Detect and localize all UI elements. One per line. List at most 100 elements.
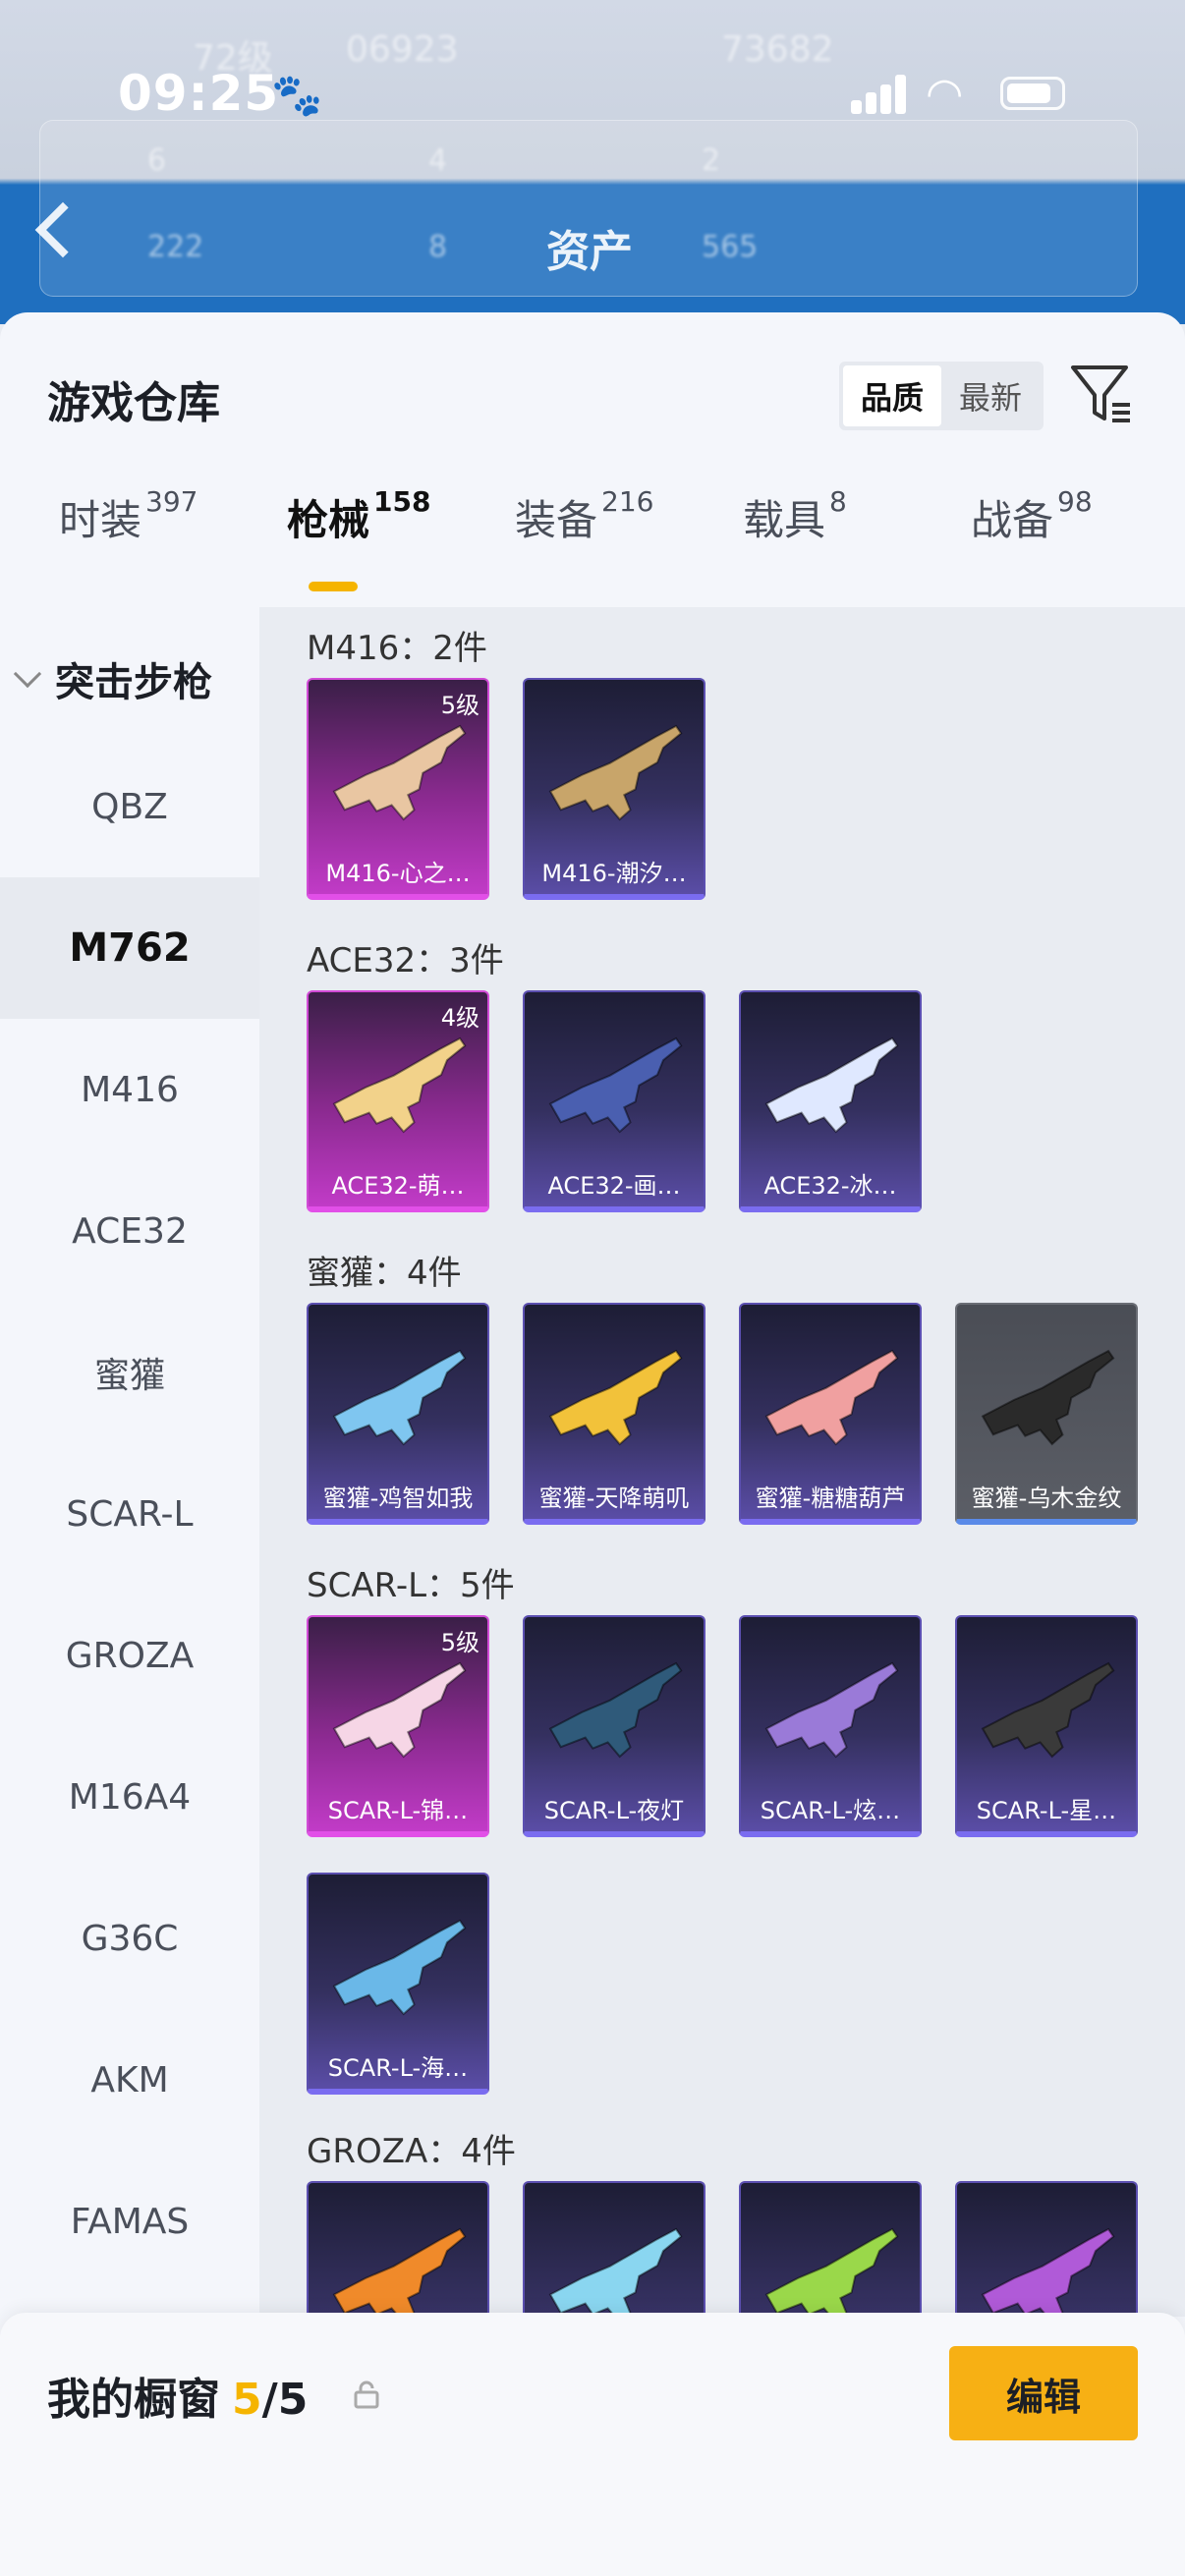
background-text: 222 xyxy=(147,230,204,264)
sidebar-item-m416[interactable]: M416 xyxy=(0,1019,259,1160)
sort-quality-button[interactable]: 品质 xyxy=(843,365,941,426)
sidebar-item-ace32[interactable]: ACE32 xyxy=(0,1160,259,1302)
showcase-bar: 我的橱窗 5/5 编辑 xyxy=(0,2313,1185,2576)
weapon-skin-image xyxy=(981,1349,1115,1446)
sidebar-item-m16a4[interactable]: M16A4 xyxy=(0,1726,259,1868)
status-time: 09:25 xyxy=(118,65,280,122)
weapon-skin-image xyxy=(548,1036,683,1134)
tab-label: 载具 xyxy=(743,496,826,544)
background-text: 6 xyxy=(147,143,167,178)
lock-icon xyxy=(354,2380,379,2409)
tab-count: 98 xyxy=(1057,485,1093,518)
weapon-card[interactable]: 蜜獾-糖糖葫芦 xyxy=(739,1303,922,1525)
active-tab-indicator xyxy=(309,582,358,591)
tab-supplies[interactable]: 战备 98 xyxy=(971,485,1093,547)
weapon-name: SCAR-L-海… xyxy=(327,2054,469,2082)
weapon-skin-image xyxy=(548,724,683,821)
weapon-name: SCAR-L-星… xyxy=(976,1797,1117,1824)
weapon-sidebar: 突击步枪 QBZ M762 M416 ACE32 蜜獾 SCAR-L GROZA M16A4 G… xyxy=(0,607,259,2317)
weapon-skin-image xyxy=(332,1661,467,1759)
sidebar-item-g36c[interactable]: G36C xyxy=(0,1869,259,2010)
tab-count: 8 xyxy=(829,485,847,518)
weapon-card[interactable]: 蜜獾-天降萌叽 xyxy=(523,1303,705,1525)
weapon-skin-image xyxy=(764,1661,899,1759)
weapon-card[interactable]: ACE32-冰… xyxy=(739,990,922,1212)
paw-icon: 🐾 xyxy=(271,71,323,119)
group-title: SCAR-L：5件 xyxy=(307,1566,515,1605)
level-badge: 5级 xyxy=(440,1629,480,1656)
background-text: 4 xyxy=(428,143,448,178)
weapon-card[interactable]: 5级 SCAR-L-锦… xyxy=(307,1615,489,1837)
sort-newest-button[interactable]: 最新 xyxy=(941,365,1040,426)
showcase-count: 5/5 xyxy=(232,2375,308,2425)
battery-icon xyxy=(1000,77,1065,110)
tab-count: 397 xyxy=(145,485,198,518)
weapon-name: M416-心之… xyxy=(325,860,471,887)
weapon-card[interactable]: M416-潮汐… xyxy=(523,678,705,900)
weapon-name: 蜜獾-鸡智如我 xyxy=(322,1484,474,1512)
filter-icon[interactable] xyxy=(1069,362,1134,426)
edit-button[interactable]: 编辑 xyxy=(949,2346,1138,2440)
background-text: 2 xyxy=(702,143,721,178)
background-header: 72级 06923 73682 6 4 2 222 8 565 资产 09:25… xyxy=(0,0,1185,324)
chevron-down-icon xyxy=(13,659,42,689)
showcase-label: 我的橱窗 xyxy=(47,2375,220,2425)
sidebar-item-famas[interactable]: FAMAS xyxy=(0,2152,259,2293)
sidebar-group-assault-rifle[interactable]: 突击步枪 xyxy=(13,650,212,707)
weapon-skin-image xyxy=(764,1349,899,1446)
tab-guns[interactable]: 枪械 158 xyxy=(287,485,431,547)
sidebar-item-qbz[interactable]: QBZ xyxy=(0,736,259,877)
weapon-name: ACE32-萌… xyxy=(331,1172,465,1200)
weapon-name: 蜜獾-糖糖葫芦 xyxy=(755,1484,906,1512)
tab-fashion[interactable]: 时装 397 xyxy=(59,485,198,547)
tab-equipment[interactable]: 装备 216 xyxy=(515,485,654,547)
weapon-card[interactable]: SCAR-L-夜灯 xyxy=(523,1615,705,1837)
weapon-card[interactable]: 5级 M416-心之… xyxy=(307,678,489,900)
weapon-card[interactable]: 4级 ACE32-萌… xyxy=(307,990,489,1212)
weapon-skin-image xyxy=(548,1661,683,1759)
category-tabs: 时装 397 枪械 158 装备 216 载具 8 战备 98 xyxy=(0,485,1185,595)
sidebar-item-m762[interactable]: M762 xyxy=(0,877,259,1020)
signal-icon xyxy=(851,75,906,114)
tab-label: 枪械 xyxy=(287,496,370,544)
weapon-skin-image xyxy=(332,724,467,821)
weapon-card[interactable]: 蜜獾-鸡智如我 xyxy=(307,1303,489,1525)
showcase-total: 5 xyxy=(277,2375,309,2425)
weapon-name: SCAR-L-夜灯 xyxy=(543,1797,685,1824)
weapon-name: M416-潮汐… xyxy=(541,860,687,887)
tab-label: 战备 xyxy=(971,496,1054,544)
weapon-content: M416：2件 5级 M416-心之… M416-潮汐… ACE32：3件 4级 ACE32… xyxy=(259,607,1185,2403)
status-bar: 09:25 🐾 ◠ xyxy=(0,59,1185,138)
wifi-icon: ◠ xyxy=(926,69,964,119)
tab-count: 158 xyxy=(373,485,431,518)
group-title: ACE32：3件 xyxy=(307,941,504,980)
background-text: 565 xyxy=(702,230,759,264)
weapon-skin-image xyxy=(332,1919,467,2016)
weapon-card[interactable]: SCAR-L-星… xyxy=(955,1615,1138,1837)
weapon-card[interactable]: SCAR-L-炫… xyxy=(739,1615,922,1837)
weapon-skin-image xyxy=(764,1036,899,1134)
weapon-skin-image xyxy=(548,1349,683,1446)
showcase-title: 我的橱窗 5/5 xyxy=(47,2364,308,2427)
sidebar-item-groza[interactable]: GROZA xyxy=(0,1585,259,1726)
weapon-name: 蜜獾-天降萌叽 xyxy=(538,1484,690,1512)
tab-label: 时装 xyxy=(59,496,142,544)
group-title: 蜜獾：4件 xyxy=(307,1254,462,1293)
sidebar-item-scar-l[interactable]: SCAR-L xyxy=(0,1443,259,1585)
weapon-card[interactable]: SCAR-L-海… xyxy=(307,1873,489,2095)
sidebar-item-蜜獾[interactable]: 蜜獾 xyxy=(0,1302,259,1443)
showcase-separator: / xyxy=(261,2375,278,2425)
showcase-current: 5 xyxy=(232,2375,262,2425)
sort-toggle: 品质 最新 xyxy=(839,362,1044,430)
sidebar-item-akm[interactable]: AKM xyxy=(0,2010,259,2152)
weapon-skin-image xyxy=(981,1661,1115,1759)
weapon-card[interactable]: ACE32-画… xyxy=(523,990,705,1212)
background-page-title: 资产 xyxy=(546,227,633,277)
weapon-name: 蜜獾-乌木金纹 xyxy=(971,1484,1122,1512)
weapon-name: SCAR-L-炫… xyxy=(760,1797,901,1824)
warehouse-sheet: 游戏仓库 品质 最新 时装 397 枪械 158 装备 216 载具 8 战备 98 突击… xyxy=(0,312,1185,2576)
sheet-title: 游戏仓库 xyxy=(47,378,220,428)
weapon-card[interactable]: 蜜獾-乌木金纹 xyxy=(955,1303,1138,1525)
tab-vehicles[interactable]: 载具 8 xyxy=(743,485,847,547)
tab-count: 216 xyxy=(601,485,654,518)
